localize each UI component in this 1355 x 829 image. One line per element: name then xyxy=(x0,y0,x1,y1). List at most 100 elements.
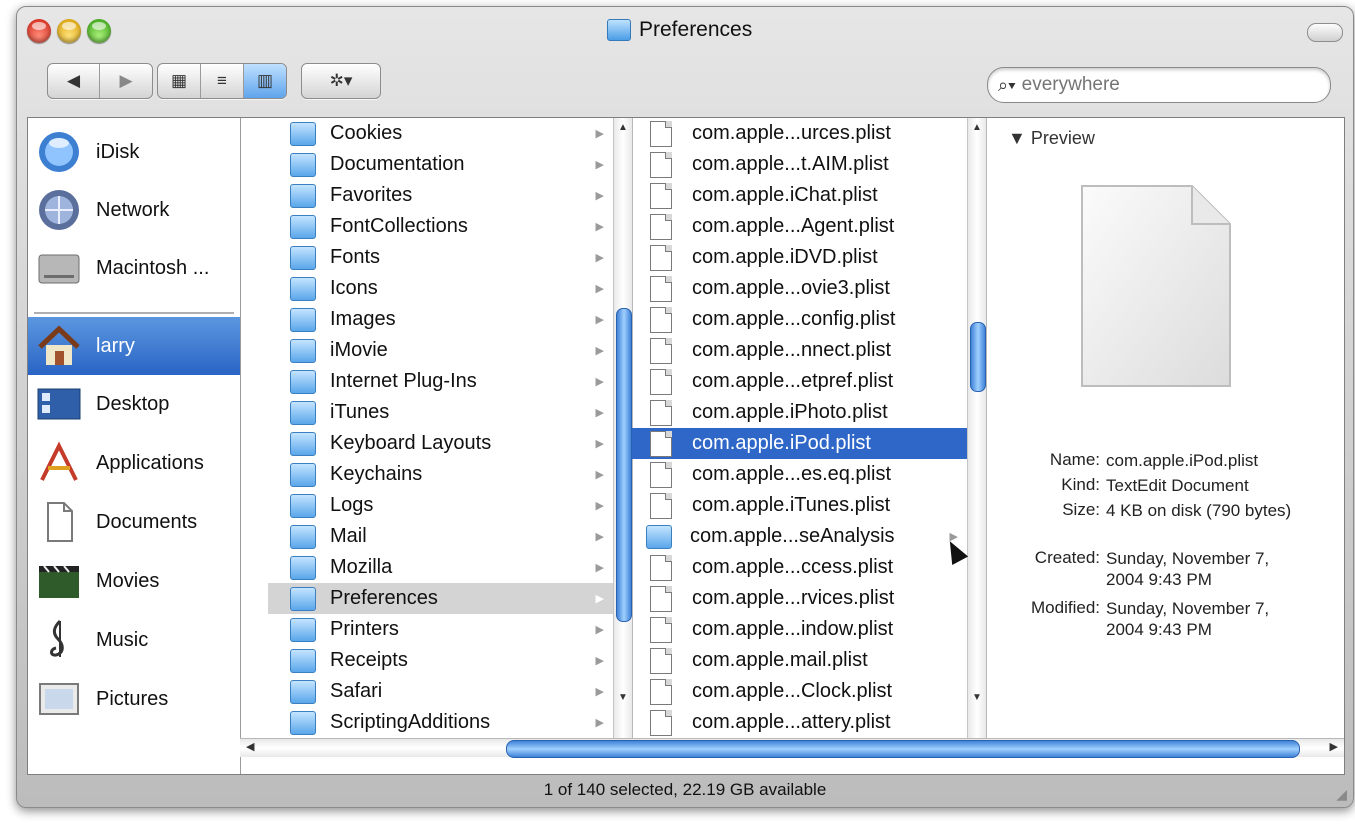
list-item[interactable]: com.apple...ccess.plist xyxy=(632,552,968,583)
list-item[interactable]: com.apple...t.AIM.plist xyxy=(632,149,968,180)
scroll-down-arrow-icon[interactable]: ▼ xyxy=(968,692,986,703)
column-scrollbar[interactable]: ▲ ▼ xyxy=(613,118,632,738)
disclosure-arrow-icon: ▶ xyxy=(595,717,604,729)
forward-button[interactable]: ▶ xyxy=(100,64,152,98)
list-item[interactable]: com.apple...es.eq.plist xyxy=(632,459,968,490)
horizontal-scrollbar[interactable]: ◀ ▶ xyxy=(240,738,1344,758)
item-label: com.apple...config.plist xyxy=(692,308,896,330)
sidebar-item-movies[interactable]: Movies xyxy=(28,552,240,610)
list-item[interactable]: com.apple...seAnalysis ▶ xyxy=(632,521,968,552)
list-item[interactable]: Icons ▶ xyxy=(268,273,614,304)
list-item[interactable]: Mail ▶ xyxy=(268,521,614,552)
sidebar-item-applications[interactable]: Applications xyxy=(28,434,240,492)
list-item[interactable]: FontCollections ▶ xyxy=(268,211,614,242)
home-icon xyxy=(38,325,80,365)
sidebar-item-pictures[interactable]: Pictures xyxy=(28,670,240,728)
toolbar-toggle-button[interactable] xyxy=(1307,23,1343,42)
list-item[interactable]: Logs ▶ xyxy=(268,490,614,521)
list-item[interactable]: com.apple.iDVD.plist xyxy=(632,242,968,273)
list-view-button[interactable]: ≡ xyxy=(201,64,243,98)
scroll-up-arrow-icon[interactable]: ▲ xyxy=(968,122,986,133)
back-button[interactable]: ◀ xyxy=(48,64,99,98)
column-scrollbar[interactable]: ▲ ▼ xyxy=(967,118,986,738)
list-item[interactable]: com.apple...Agent.plist xyxy=(632,211,968,242)
list-item[interactable]: Images ▶ xyxy=(268,304,614,335)
search-input[interactable] xyxy=(1019,73,1304,97)
list-item[interactable]: com.apple...ovie3.plist xyxy=(632,273,968,304)
sidebar-item-documents[interactable]: Documents xyxy=(28,493,240,551)
folder-icon xyxy=(290,400,316,425)
scroll-left-arrow-icon[interactable]: ◀ xyxy=(246,740,254,753)
list-item[interactable]: ScriptingAdditions ▶ xyxy=(268,707,614,738)
browser-content: iDisk Network Macintosh ... larry Deskto… xyxy=(27,117,1345,775)
list-item[interactable]: Printers ▶ xyxy=(268,614,614,645)
sidebar-item-network[interactable]: Network xyxy=(28,181,240,239)
scroll-up-arrow-icon[interactable]: ▲ xyxy=(614,122,632,133)
list-item[interactable]: iMovie ▶ xyxy=(268,335,614,366)
scrollbar-thumb[interactable] xyxy=(616,308,632,622)
item-label: com.apple...seAnalysis xyxy=(690,525,895,547)
list-item[interactable]: com.apple...indow.plist xyxy=(632,614,968,645)
close-button[interactable] xyxy=(27,19,51,43)
sidebar-item-larry[interactable]: larry xyxy=(28,317,240,375)
list-item[interactable]: com.apple.iPhoto.plist xyxy=(632,397,968,428)
list-item[interactable]: com.apple...nnect.plist xyxy=(632,335,968,366)
scroll-down-arrow-icon[interactable]: ▼ xyxy=(614,692,632,703)
list-item[interactable]: Internet Plug-Ins ▶ xyxy=(268,366,614,397)
item-label: Keychains xyxy=(330,463,423,485)
list-item[interactable]: Fonts ▶ xyxy=(268,242,614,273)
list-item[interactable]: iTunes ▶ xyxy=(268,397,614,428)
sidebar-item-idisk[interactable]: iDisk xyxy=(28,123,240,181)
zoom-button[interactable] xyxy=(87,19,111,43)
meta-value: com.apple.iPod.plist xyxy=(1106,451,1259,470)
list-item[interactable]: com.apple.mail.plist xyxy=(632,645,968,676)
item-label: com.apple...attery.plist xyxy=(692,711,891,733)
list-item[interactable]: com.apple...config.plist xyxy=(632,304,968,335)
icon-view-button[interactable]: ▦ xyxy=(158,64,200,98)
item-label: Favorites xyxy=(330,184,413,206)
sidebar-item-macintosh-hd[interactable]: Macintosh ... xyxy=(28,239,240,297)
preview-pane: ▼ Preview Name: com.apple.iPod.plist Kin… xyxy=(986,118,1344,738)
scroll-right-arrow-icon[interactable]: ▶ xyxy=(1330,740,1338,753)
list-item[interactable]: com.apple.iTunes.plist xyxy=(632,490,968,521)
list-item[interactable]: Documentation ▶ xyxy=(268,149,614,180)
action-menu-button[interactable]: ✲▾ xyxy=(301,63,381,99)
disclosure-triangle-icon: ▼ xyxy=(1008,128,1026,148)
list-item[interactable]: Mozilla ▶ xyxy=(268,552,614,583)
list-item[interactable]: com.apple...attery.plist xyxy=(632,707,968,738)
list-item-selected[interactable]: com.apple.iPod.plist xyxy=(632,428,968,459)
status-text: 1 of 140 selected, 22.19 GB available xyxy=(543,780,827,799)
list-item[interactable]: com.apple...rvices.plist xyxy=(632,583,968,614)
scrollbar-thumb[interactable] xyxy=(970,322,986,392)
list-item[interactable]: Receipts ▶ xyxy=(268,645,614,676)
list-item[interactable]: com.apple.iChat.plist xyxy=(632,180,968,211)
list-item[interactable]: Safari ▶ xyxy=(268,676,614,707)
sidebar-item-music[interactable]: Music xyxy=(28,611,240,669)
window-title-text: Preferences xyxy=(639,18,753,41)
desktop-icon xyxy=(37,388,81,420)
list-item-selected[interactable]: Preferences ▶ xyxy=(268,583,614,614)
list-item[interactable]: Keychains ▶ xyxy=(268,459,614,490)
folder-icon xyxy=(290,586,316,611)
list-item[interactable]: Cookies ▶ xyxy=(268,118,614,149)
preview-header[interactable]: ▼ Preview xyxy=(1008,128,1095,149)
folder-icon xyxy=(290,214,316,239)
action-gear-wrapper: ✲▾ xyxy=(302,64,380,98)
item-label: Documentation xyxy=(330,153,465,175)
title-bar[interactable]: Preferences xyxy=(17,7,1353,55)
sidebar-item-desktop[interactable]: Desktop xyxy=(28,375,240,433)
list-item[interactable]: com.apple...etpref.plist xyxy=(632,366,968,397)
resize-grip-icon[interactable]: ◢ xyxy=(1336,786,1347,803)
movies-icon xyxy=(39,565,79,598)
document-icon xyxy=(650,647,672,674)
minimize-button[interactable] xyxy=(57,19,81,43)
scrollbar-thumb[interactable] xyxy=(506,740,1300,758)
list-item[interactable]: com.apple...urces.plist xyxy=(632,118,968,149)
search-field[interactable]: ⌕▾ xyxy=(987,67,1331,103)
disclosure-arrow-icon: ▶ xyxy=(595,128,604,140)
list-item[interactable]: com.apple...Clock.plist xyxy=(632,676,968,707)
meta-key: Kind: xyxy=(1061,475,1100,494)
list-item[interactable]: Keyboard Layouts ▶ xyxy=(268,428,614,459)
list-item[interactable]: Favorites ▶ xyxy=(268,180,614,211)
column-view-button[interactable]: ▥ xyxy=(244,64,286,98)
